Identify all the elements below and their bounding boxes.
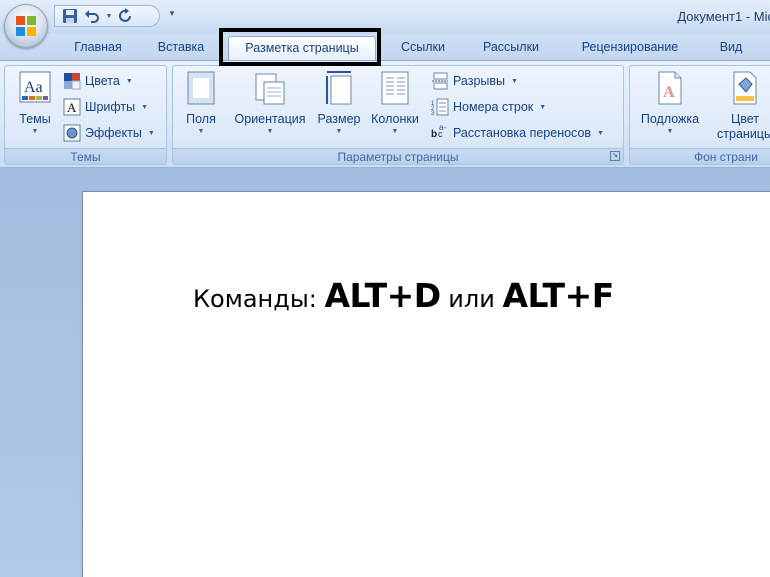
theme-effects-button[interactable]: Эффекты ▼ [63,122,155,144]
line-numbers-label: Номера строк [453,100,534,114]
page-setup-group: Поля ▼ Ориентация ▼ Размер ▼ Колонки ▼ Р… [172,65,624,165]
page-color-icon [733,71,757,105]
line-numbers-icon: 1 2 3 [431,98,449,116]
hyphenation-label: Расстановка переносов [453,126,592,140]
line-numbers-button[interactable]: 1 2 3 Номера строк ▼ [431,96,546,118]
orientation-icon [255,73,285,105]
window-title: Документ1 - Mic [677,9,770,24]
svg-text:b: b [431,129,437,140]
theme-colors-button[interactable]: Цвета ▼ [63,70,133,92]
chevron-down-icon: ▼ [335,128,343,135]
chevron-down-icon: ▼ [141,103,149,111]
tab-home[interactable]: Главная [58,34,138,60]
page-color-button[interactable]: Цвет страницы [710,70,770,142]
watermark-icon: A [658,71,682,105]
hyphenation-button[interactable]: b c a- Расстановка переносов ▼ [431,122,604,144]
orientation-button[interactable]: Ориентация ▼ [229,70,311,136]
text-middle: или [440,285,503,313]
margins-button[interactable]: Поля ▼ [179,70,223,136]
document-area: Команды: ALT+D или ALT+F [0,168,770,577]
columns-button[interactable]: Колонки ▼ [367,70,423,136]
theme-fonts-label: Шрифты [85,100,136,114]
save-icon[interactable] [61,7,79,25]
svg-text:Aa: Aa [24,79,43,96]
customize-toolbar-icon[interactable]: ▾ [166,8,178,22]
watermark-button[interactable]: A Подложка ▼ [632,70,708,136]
tab-insert[interactable]: Вставка [143,34,219,60]
page-color-label-line1: Цвет [730,112,759,126]
theme-effects-label: Эффекты [85,126,142,140]
tab-view[interactable]: Вид [708,34,754,60]
theme-fonts-button[interactable]: A Шрифты ▼ [63,96,148,118]
chevron-down-icon: ▼ [125,77,133,85]
chevron-down-icon: ▼ [147,129,155,137]
text-prefix: Команды: [193,285,325,313]
chevron-down-icon: ▼ [391,128,399,135]
redo-icon[interactable] [117,7,135,25]
svg-text:a-: a- [439,124,446,132]
size-icon [326,71,352,105]
chevron-down-icon: ▼ [666,128,674,135]
breaks-label: Разрывы [453,74,506,88]
chevron-down-icon: ▼ [597,129,604,137]
tab-mailings[interactable]: Рассылки [468,34,554,60]
quick-access-toolbar: ▼ [54,5,160,27]
ribbon: Aa Темы ▼ Цвета ▼ A Шрифты ▼ Эффекты ▼ Т… [0,60,770,168]
office-button[interactable] [4,4,48,48]
hyphenation-icon: b c a- [431,124,449,142]
shortcut-alt-d: ALT+D [324,276,441,315]
columns-icon [381,71,409,105]
theme-fonts-icon: A [63,98,81,116]
chevron-down-icon: ▼ [266,128,274,135]
shortcut-alt-f: ALT+F [502,276,614,315]
tab-references[interactable]: Ссылки [388,34,458,60]
svg-text:A: A [663,84,675,101]
themes-group: Aa Темы ▼ Цвета ▼ A Шрифты ▼ Эффекты ▼ Т… [4,65,167,165]
breaks-icon [431,72,449,90]
page-color-label-line2: страницы [717,127,770,141]
svg-text:A: A [67,100,77,115]
columns-label: Колонки [371,112,419,126]
undo-icon[interactable] [83,7,101,25]
page-background-group: A Подложка ▼ Цвет страницы Фон страни [629,65,770,165]
watermark-label: Подложка [640,112,700,126]
margins-icon [187,71,215,105]
size-button[interactable]: Размер ▼ [315,70,363,136]
tab-page-layout[interactable]: Разметка страницы [228,36,376,61]
themes-icon: Aa [19,71,51,103]
theme-effects-icon [63,124,81,142]
breaks-button[interactable]: Разрывы ▼ [431,70,518,92]
size-label: Размер [317,112,361,126]
chevron-down-icon: ▼ [511,77,518,85]
svg-text:3: 3 [431,111,435,116]
undo-dropdown-icon[interactable]: ▼ [105,13,113,20]
chevron-down-icon: ▼ [197,128,205,135]
chevron-down-icon: ▼ [539,103,547,111]
theme-colors-label: Цвета [85,74,120,88]
theme-colors-icon [63,72,81,90]
margins-label: Поля [186,112,216,126]
themes-label: Темы [19,112,51,126]
page-background-group-label: Фон страни [630,148,770,164]
chevron-down-icon: ▼ [31,128,39,135]
office-logo-icon [16,16,36,36]
themes-group-label: Темы [5,148,166,164]
document-page[interactable]: Команды: ALT+D или ALT+F [82,191,770,577]
ribbon-tabs: Главная Вставка Разметка страницы Ссылки… [0,34,770,61]
title-bar: ▼ ▾ Документ1 - Mic [0,0,770,48]
tab-review[interactable]: Рецензирование [564,34,696,60]
document-text[interactable]: Команды: ALT+D или ALT+F [193,276,614,315]
page-setup-group-label: Параметры страницы [173,148,623,164]
themes-button[interactable]: Aa Темы ▼ [11,70,59,136]
orientation-label: Ориентация [234,112,306,126]
page-setup-launcher-icon[interactable]: ↘ [610,151,620,161]
